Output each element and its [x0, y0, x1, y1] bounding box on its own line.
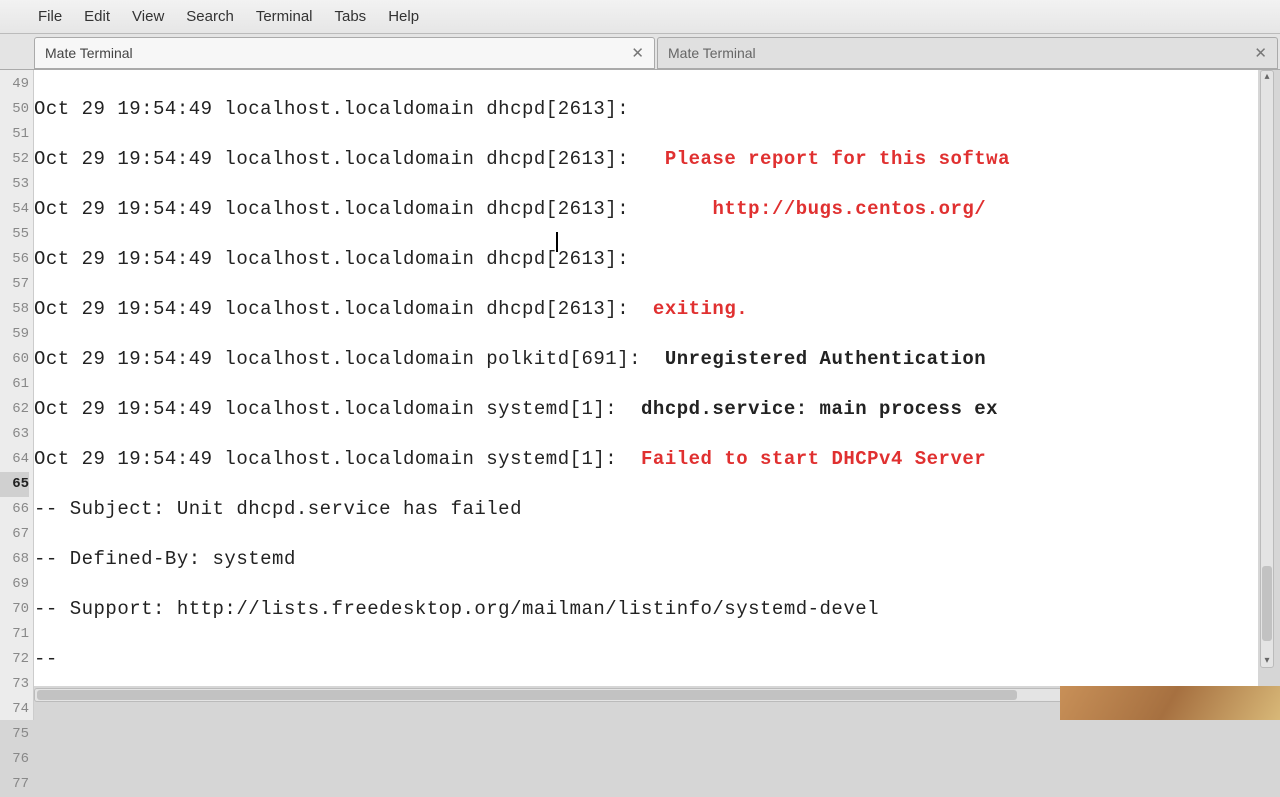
text-cursor [556, 232, 558, 252]
line-number: 54 [0, 197, 29, 222]
line-number: 62 [0, 397, 29, 422]
tab-label: Mate Terminal [45, 45, 133, 61]
vertical-scrollbar[interactable]: ▴ ▾ [1260, 70, 1274, 668]
menu-edit[interactable]: Edit [84, 8, 110, 25]
line-number: 64 [0, 447, 29, 472]
scroll-down-icon[interactable]: ▾ [1261, 655, 1273, 667]
close-icon[interactable]: ✕ [631, 44, 644, 62]
line-number: 73 [0, 672, 29, 697]
menu-file[interactable]: File [38, 8, 62, 25]
line-number: 71 [0, 622, 29, 647]
menu-help[interactable]: Help [388, 8, 419, 25]
scroll-thumb[interactable] [1262, 566, 1272, 641]
menu-bar: File Edit View Search Terminal Tabs Help [0, 0, 1280, 34]
line-number: 58 [0, 297, 29, 322]
tab-terminal-2[interactable]: Mate Terminal ✕ [657, 37, 1278, 69]
line-number: 57 [0, 272, 29, 297]
line-number: 56 [0, 247, 29, 272]
line-number: 66 [0, 497, 29, 522]
scroll-up-icon[interactable]: ▴ [1261, 71, 1273, 83]
line-number: 53 [0, 172, 29, 197]
menu-search[interactable]: Search [186, 8, 234, 25]
line-number: 61 [0, 372, 29, 397]
line-number: 75 [0, 722, 29, 747]
desktop-background [1060, 686, 1280, 720]
line-number: 63 [0, 422, 29, 447]
menu-terminal[interactable]: Terminal [256, 8, 313, 25]
line-number: 60 [0, 347, 29, 372]
line-number: 70 [0, 597, 29, 622]
tab-label: Mate Terminal [668, 45, 756, 61]
line-number: 77 [0, 772, 29, 797]
menu-view[interactable]: View [132, 8, 164, 25]
scroll-thumb[interactable] [37, 690, 1017, 700]
line-number-gutter: 4950515253545556575859606162636465666768… [0, 70, 34, 720]
line-number: 55 [0, 222, 29, 247]
line-number: 51 [0, 122, 29, 147]
close-icon[interactable]: ✕ [1254, 44, 1267, 62]
line-number: 67 [0, 522, 29, 547]
menu-tabs[interactable]: Tabs [335, 8, 367, 25]
line-number: 65 [0, 472, 29, 497]
line-number: 50 [0, 97, 29, 122]
line-number: 52 [0, 147, 29, 172]
line-number: 74 [0, 697, 29, 722]
tab-terminal-1[interactable]: Mate Terminal ✕ [34, 37, 655, 69]
line-number: 59 [0, 322, 29, 347]
line-number: 72 [0, 647, 29, 672]
line-number: 49 [0, 72, 29, 97]
terminal-output[interactable]: Oct 29 19:54:49 localhost.localdomain dh… [34, 70, 1258, 686]
line-number: 69 [0, 572, 29, 597]
line-number: 76 [0, 747, 29, 772]
line-number: 68 [0, 547, 29, 572]
tab-bar: Mate Terminal ✕ Mate Terminal ✕ [0, 34, 1280, 70]
